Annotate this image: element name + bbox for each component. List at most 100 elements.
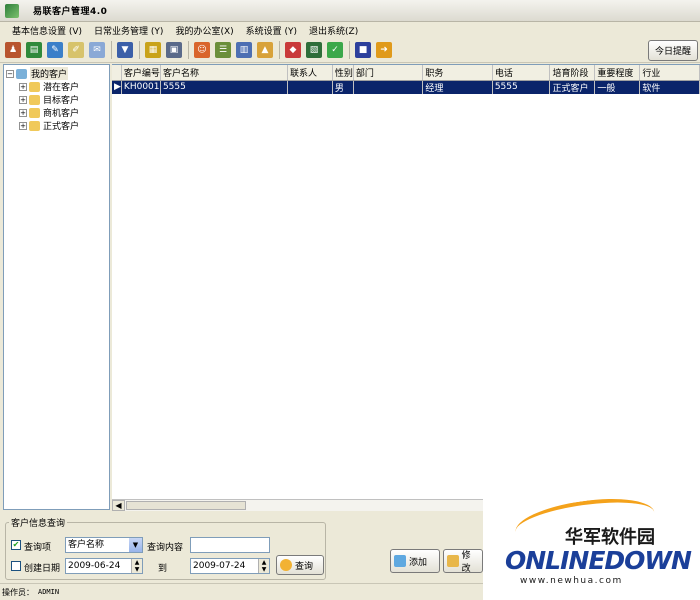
chevron-down-icon[interactable]: ▼ xyxy=(129,538,142,552)
column-header-position[interactable]: 职务 xyxy=(422,65,493,81)
spinner-icon[interactable]: ▲ ▼ xyxy=(131,559,142,573)
customer-table: 客户编号 客户名称 联系人 性别 部门 职务 电话 培育阶段 重要程度 行业 ▶… xyxy=(112,65,700,94)
cell-importance[interactable]: 一般 xyxy=(594,80,641,94)
operator-label: 操作员： xyxy=(2,587,34,597)
pencil-icon[interactable]: ✎ xyxy=(47,42,63,58)
column-header-id[interactable]: 客户编号 xyxy=(121,65,161,81)
spinner-icon[interactable]: ▲ ▼ xyxy=(258,559,269,573)
scroll-left-icon[interactable]: ◀ xyxy=(112,500,125,511)
contacts-icon[interactable]: ☰ xyxy=(215,42,231,58)
status-bar: 操作员： ADMIN xyxy=(0,583,483,600)
print-icon[interactable]: ▣ xyxy=(166,42,182,58)
folder-icon xyxy=(29,94,40,105)
column-header-name[interactable]: 客户名称 xyxy=(160,65,289,81)
date-from-field[interactable]: 2009-06-24 ▲ ▼ xyxy=(65,558,143,574)
cell-stage[interactable]: 正式客户 xyxy=(549,80,596,94)
query-field-value: 客户名称 xyxy=(68,540,105,550)
exit-icon[interactable]: ➜ xyxy=(376,42,392,58)
column-header-industry[interactable]: 行业 xyxy=(639,65,700,81)
query-field-select[interactable]: 客户名称 ▼ xyxy=(65,537,143,553)
query-item-label: 查询项 xyxy=(24,543,52,553)
menu-system-settings[interactable]: 系统设置 (Y) xyxy=(246,24,297,37)
person-icon[interactable]: ☺ xyxy=(194,42,210,58)
today-reminder-button[interactable]: 今日提醒 xyxy=(647,40,698,61)
search-button[interactable]: 查询 xyxy=(276,555,324,575)
cell-position[interactable]: 经理 xyxy=(422,80,493,94)
card-icon[interactable]: ◆ xyxy=(285,42,301,58)
cell-name[interactable]: 5555 xyxy=(160,80,289,94)
grid-header-row: 客户编号 客户名称 联系人 性别 部门 职务 电话 培育阶段 重要程度 行业 xyxy=(112,65,700,81)
cell-phone[interactable]: 5555 xyxy=(492,80,551,94)
row-indicator-header xyxy=(112,65,122,81)
main-window: 易联客户管理4.0 基本信息设置 (V) 日常业务管理 (Y) 我的办公室(X)… xyxy=(0,0,700,600)
window-title: 易联客户管理4.0 xyxy=(33,7,108,17)
date-to-field[interactable]: 2009-07-24 ▲ ▼ xyxy=(190,558,270,574)
tree-item-label: 目标客户 xyxy=(43,96,80,106)
customer-grid[interactable]: 客户编号 客户名称 联系人 性别 部门 职务 电话 培育阶段 重要程度 行业 ▶… xyxy=(112,64,700,510)
column-header-stage[interactable]: 培育阶段 xyxy=(549,65,596,81)
note-icon[interactable]: ✉ xyxy=(89,42,105,58)
title-bar: 易联客户管理4.0 xyxy=(0,0,700,22)
cell-department[interactable] xyxy=(353,80,424,94)
tree-item[interactable]: + 正式客户 xyxy=(4,119,109,132)
cell-contact[interactable] xyxy=(287,80,333,94)
tree-item[interactable]: + 潜在客户 xyxy=(4,80,109,93)
query-item-checkbox[interactable]: ✔ xyxy=(11,540,21,550)
edit-button-label: 修改 xyxy=(461,551,471,574)
toolbar-separator xyxy=(349,41,350,59)
cell-industry[interactable]: 软件 xyxy=(639,80,700,94)
column-header-department[interactable]: 部门 xyxy=(353,65,424,81)
toolbar: ♟ ▤ ✎ ✐ ✉ ▼ ▦ ▣ ☺ ☰ ▥ ▲ ◆ ▧ ✓ ■ ➜ 今日提醒 xyxy=(0,38,700,63)
to-label: 到 xyxy=(158,564,168,574)
create-date-label: 创建日期 xyxy=(24,564,61,574)
column-header-gender[interactable]: 性别 xyxy=(332,65,354,81)
folder-icon xyxy=(29,107,40,118)
users-icon[interactable]: ♟ xyxy=(5,42,21,58)
chart-icon[interactable]: ▲ xyxy=(257,42,273,58)
check-icon[interactable]: ✓ xyxy=(327,42,343,58)
add-button[interactable]: 添加 xyxy=(390,549,440,573)
menu-daily-business[interactable]: 日常业务管理 (Y) xyxy=(94,24,163,37)
tree-item[interactable]: + 商机客户 xyxy=(4,106,109,119)
date-to-value: 2009-07-24 xyxy=(193,561,246,571)
save-icon[interactable]: ■ xyxy=(355,42,371,58)
watermark-en-text: ONLINEDOWN xyxy=(505,546,692,575)
column-header-phone[interactable]: 电话 xyxy=(492,65,551,81)
toolbar-separator xyxy=(188,41,189,59)
expand-icon[interactable]: + xyxy=(19,121,27,130)
app-icon xyxy=(5,3,19,18)
create-date-checkbox[interactable] xyxy=(11,561,21,571)
date-from-value: 2009-06-24 xyxy=(68,561,121,571)
tree-root[interactable]: − 我的客户 xyxy=(4,67,109,80)
edit-button[interactable]: 修改 xyxy=(443,549,483,574)
expand-icon[interactable]: + xyxy=(19,108,27,117)
tree-item-label: 商机客户 xyxy=(43,109,80,119)
trash-icon[interactable]: ▼ xyxy=(117,42,133,58)
column-header-importance[interactable]: 重要程度 xyxy=(594,65,641,81)
column-header-contact[interactable]: 联系人 xyxy=(287,65,333,81)
menu-bar: 基本信息设置 (V) 日常业务管理 (Y) 我的办公室(X) 系统设置 (Y) … xyxy=(0,22,700,38)
table-row[interactable]: ▶ KH0001 5555 男 经理 5555 正式客户 一般 软件 xyxy=(112,80,700,94)
db-icon[interactable]: ▤ xyxy=(26,42,42,58)
cell-id[interactable]: KH0001 xyxy=(121,80,161,94)
query-content-input[interactable] xyxy=(190,537,270,553)
pencil-icon xyxy=(447,555,459,567)
doc-icon[interactable]: ▧ xyxy=(306,42,322,58)
menu-basic-info[interactable]: 基本信息设置 (V) xyxy=(12,24,82,37)
tree-item[interactable]: + 目标客户 xyxy=(4,93,109,106)
scroll-thumb[interactable] xyxy=(126,501,246,510)
menu-my-office[interactable]: 我的办公室(X) xyxy=(175,24,233,37)
row-pointer-icon: ▶ xyxy=(112,80,122,94)
tree-item-label: 正式客户 xyxy=(43,122,80,132)
customer-tree[interactable]: − 我的客户 + 潜在客户 + 目标客户 + 商机客户 + 正式客户 xyxy=(3,64,110,510)
collapse-icon[interactable]: − xyxy=(6,69,14,78)
watermark-url: www.newhua.com xyxy=(520,576,623,586)
expand-icon[interactable]: + xyxy=(19,95,27,104)
expand-icon[interactable]: + xyxy=(19,82,27,91)
edit-icon[interactable]: ✐ xyxy=(68,42,84,58)
cell-gender[interactable]: 男 xyxy=(332,80,354,94)
search-icon xyxy=(280,559,292,571)
report-icon[interactable]: ▥ xyxy=(236,42,252,58)
menu-exit[interactable]: 退出系统(Z) xyxy=(309,24,358,37)
calendar-icon[interactable]: ▦ xyxy=(145,42,161,58)
